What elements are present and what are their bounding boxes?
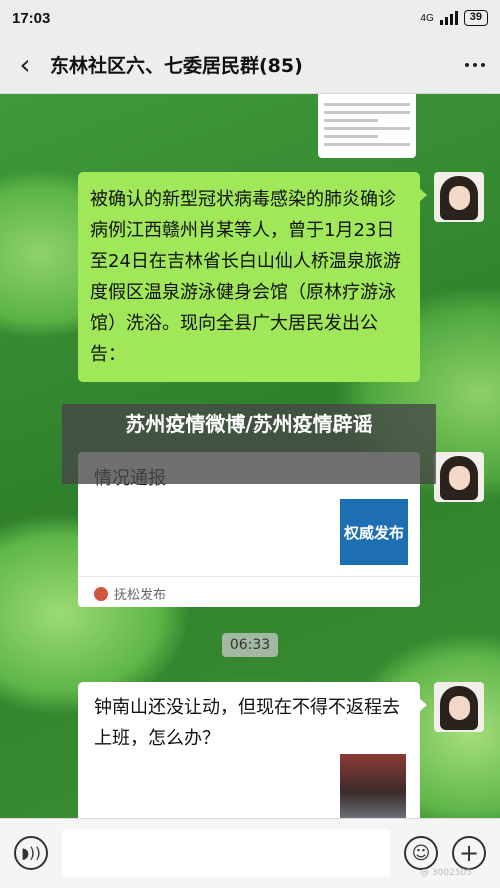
voice-icon[interactable]: ◗)): [14, 836, 48, 870]
avatar[interactable]: [434, 172, 484, 222]
card-divider: [78, 576, 420, 577]
more-dots-icon[interactable]: [450, 62, 500, 67]
source-name: 抚松发布: [114, 588, 167, 603]
card-thumbnail: 权威发布: [340, 499, 408, 565]
watermark: @ 3002505: [420, 868, 472, 878]
message-timestamp: 06:33: [222, 633, 278, 657]
message-text-1: 被确认的新型冠状病毒感染的肺炎确诊病例江西赣州肖某等人，曾于1月23日至24日在…: [90, 189, 401, 365]
network-label: 4G: [420, 12, 434, 24]
emoji-icon[interactable]: ☺: [404, 836, 438, 870]
photo-thumbnail[interactable]: [340, 754, 406, 818]
overlay-headline-banner: 苏州疫情微博/苏州疫情辟谣: [62, 404, 436, 484]
source-logo-icon: [94, 586, 108, 601]
battery-icon: 39: [463, 10, 488, 26]
card-source: 抚松发布: [94, 584, 166, 603]
message-input[interactable]: [62, 829, 390, 877]
previous-card-fragment[interactable]: [318, 94, 416, 158]
overlay-headline: 苏州疫情微博/苏州疫情辟谣: [125, 412, 373, 436]
chat-header: ‹ 东林社区六、七委居民群(85): [0, 36, 500, 94]
message-bubble-2[interactable]: 钟南山还没让动，但现在不得不返程去上班，怎么办？: [78, 682, 427, 818]
battery-level: 39: [469, 11, 482, 23]
thumb-label: 权威发布: [343, 523, 404, 542]
back-arrow-icon[interactable]: ‹: [0, 48, 50, 81]
avatar[interactable]: [434, 682, 484, 732]
status-indicators: 4G 39: [420, 10, 488, 26]
status-bar: 17:03 4G 39: [0, 0, 500, 36]
message-text-2: 钟南山还没让动，但现在不得不返程去上班，怎么办？: [94, 697, 400, 749]
status-time: 17:03: [12, 9, 51, 27]
signal-icon: [439, 11, 458, 25]
plus-icon[interactable]: +: [452, 836, 486, 870]
avatar[interactable]: [434, 452, 484, 502]
message-bubble-1[interactable]: 被确认的新型冠状病毒感染的肺炎确诊病例江西赣州肖某等人，曾于1月23日至24日在…: [78, 172, 427, 382]
chat-title: 东林社区六、七委居民群(85): [50, 55, 303, 77]
